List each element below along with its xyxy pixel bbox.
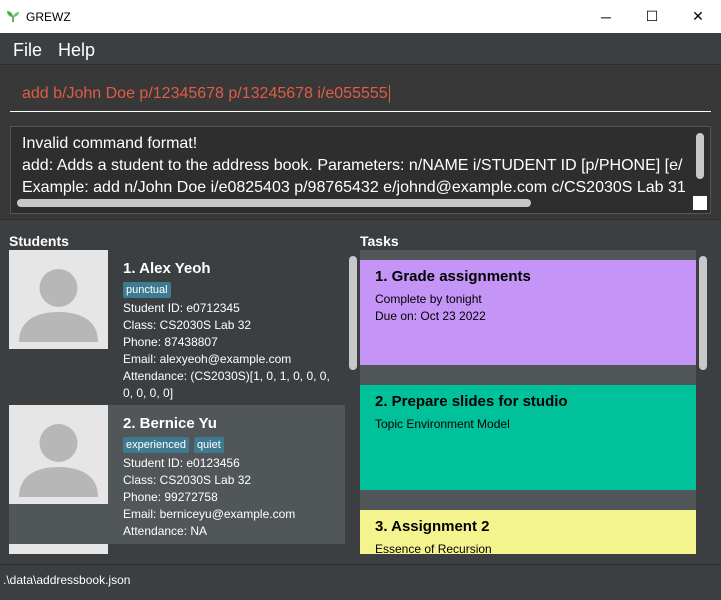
title-bar: GREWZ ─ ☐ ✕ (0, 0, 721, 33)
task-due-date: Due on: Oct 23 2022 (375, 309, 486, 323)
task-card-body: 3. Assignment 2 Essence of Recursion (360, 510, 696, 554)
close-icon: ✕ (692, 8, 704, 24)
student-class: Class: CS2030S Lab 32 (123, 318, 252, 332)
minimize-button[interactable]: ─ (583, 0, 629, 33)
result-display[interactable]: Invalid command format! add: Adds a stud… (10, 126, 711, 214)
tasks-panel-label: Tasks (360, 233, 399, 249)
student-name: 1. Alex Yeoh (123, 260, 211, 277)
student-id: Student ID: e0712345 (123, 301, 240, 315)
command-text: add b/John Doe p/12345678 p/13245678 i/e… (22, 84, 388, 102)
maximize-icon: ☐ (645, 8, 659, 24)
file-path: .\data\addressbook.json (3, 573, 131, 587)
scroll-corner (693, 196, 707, 210)
tag: experienced (123, 437, 189, 453)
person-icon (19, 424, 98, 497)
result-horizontal-scrollbar[interactable] (17, 199, 531, 207)
avatar (9, 250, 108, 349)
student-attendance-cont: 0, 0, 0, 0] (123, 386, 174, 400)
student-attendance: Attendance: (CS2030S)[1, 0, 1, 0, 0, 0, (123, 369, 330, 383)
task-description: Essence of Recursion (375, 542, 492, 554)
result-text: Invalid command format! add: Adds a stud… (22, 133, 710, 199)
student-list[interactable]: 1. Alex Yeoh punctual Student ID: e07123… (9, 250, 359, 554)
status-bar: .\data\addressbook.json (0, 564, 721, 600)
task-card[interactable]: 2. Prepare slides for studio Topic Envir… (360, 375, 696, 500)
avatar (9, 544, 108, 554)
student-card[interactable]: 1. Alex Yeoh punctual Student ID: e07123… (9, 250, 345, 405)
avatar (9, 405, 108, 504)
student-list-scrollbar[interactable] (349, 256, 357, 370)
result-vertical-scrollbar[interactable] (696, 133, 704, 179)
tag: quiet (193, 437, 224, 453)
maximize-button[interactable]: ☐ (629, 0, 675, 33)
tag-list: experienced quiet (123, 437, 224, 453)
tag-list: punctual (123, 282, 171, 298)
text-caret (388, 84, 390, 103)
task-list-scrollbar[interactable] (699, 256, 707, 370)
student-name: 2. Bernice Yu (123, 415, 217, 432)
student-class: Class: CS2030S Lab 32 (123, 473, 252, 487)
window-title: GREWZ (26, 10, 71, 24)
student-id: Student ID: e0123456 (123, 456, 240, 470)
task-card-body: 2. Prepare slides for studio Topic Envir… (360, 385, 696, 490)
task-title: 3. Assignment 2 (375, 518, 490, 535)
menu-help[interactable]: Help (58, 40, 95, 61)
students-panel-label: Students (9, 233, 69, 249)
task-description: Complete by tonight (375, 292, 482, 306)
minimize-icon: ─ (601, 8, 611, 25)
sprout-icon (7, 11, 19, 22)
task-title: 2. Prepare slides for studio (375, 393, 568, 410)
command-input[interactable]: add b/John Doe p/12345678 p/13245678 i/e… (10, 76, 711, 112)
person-icon (19, 269, 98, 342)
student-attendance: Attendance: NA (123, 524, 208, 538)
task-description: Topic Environment Model (375, 417, 510, 431)
student-email: Email: alexyeoh@example.com (123, 352, 292, 366)
tag: punctual (123, 282, 171, 298)
task-title: 1. Grade assignments (375, 268, 531, 285)
command-box: add b/John Doe p/12345678 p/13245678 i/e… (0, 66, 721, 120)
menu-file[interactable]: File (13, 40, 42, 61)
student-phone: Phone: 87438807 (123, 335, 218, 349)
student-email: Email: berniceyu@example.com (123, 507, 296, 521)
result-line-1: Invalid command format! (22, 135, 198, 152)
student-card[interactable]: 2. Bernice Yu experienced quiet Student … (9, 405, 345, 544)
task-card[interactable]: 1. Grade assignments Complete by tonight… (360, 250, 696, 375)
result-display-area: Invalid command format! add: Adds a stud… (0, 120, 721, 220)
close-button[interactable]: ✕ (675, 0, 721, 33)
student-phone: Phone: 99272758 (123, 490, 218, 504)
task-list[interactable]: 1. Grade assignments Complete by tonight… (360, 250, 711, 554)
task-card[interactable]: 3. Assignment 2 Essence of Recursion (360, 500, 696, 554)
result-line-2: add: Adds a student to the address book.… (22, 157, 683, 174)
result-line-3: Example: add n/John Doe i/e0825403 p/987… (22, 179, 686, 196)
task-card-body: 1. Grade assignments Complete by tonight… (360, 260, 696, 365)
menu-bar: File Help (0, 33, 721, 65)
